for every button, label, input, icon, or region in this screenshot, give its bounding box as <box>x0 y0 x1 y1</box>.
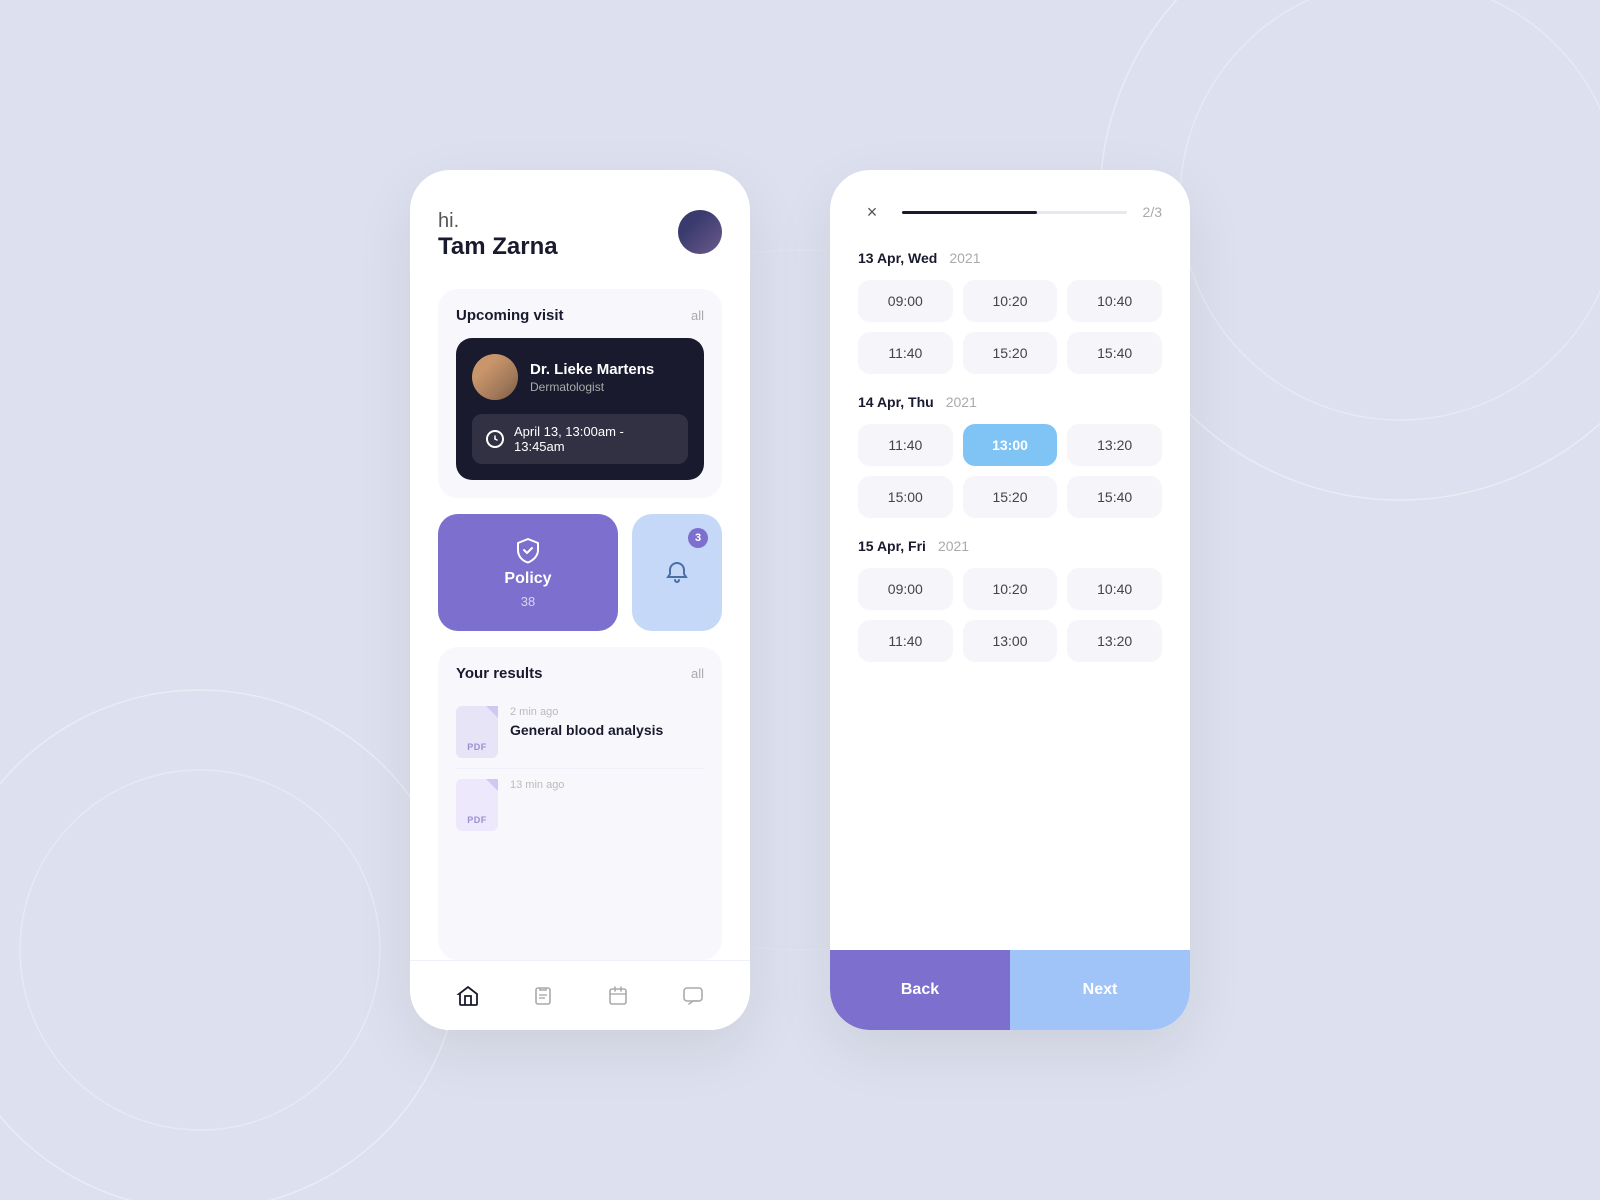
results-all[interactable]: all <box>691 666 704 681</box>
date-day-1: 13 Apr, Wed <box>858 250 937 266</box>
results-header: Your results all <box>456 665 704 682</box>
time-slot-1040-apr15[interactable]: 10:40 <box>1067 568 1162 610</box>
buttons-row: Policy 38 3 <box>438 514 722 631</box>
home-icon <box>456 984 480 1008</box>
time-slot-1320-apr15[interactable]: 13:20 <box>1067 620 1162 662</box>
avatar-image <box>678 210 722 254</box>
date-day-2: 14 Apr, Thu <box>858 394 934 410</box>
time-slot-1520-apr14[interactable]: 15:20 <box>963 476 1058 518</box>
time-grid-1: 09:00 10:20 10:40 11:40 15:20 15:40 <box>858 280 1162 374</box>
policy-label: Policy <box>504 570 551 588</box>
result-item-2[interactable]: PDF 13 min ago <box>456 769 704 841</box>
notification-badge: 3 <box>688 528 708 548</box>
date-label-2: 14 Apr, Thu 2021 <box>858 394 1162 410</box>
policy-count: 38 <box>521 594 535 609</box>
result-item-1[interactable]: PDF 2 min ago General blood analysis <box>456 696 704 769</box>
date-year-3: 2021 <box>938 538 969 554</box>
next-button[interactable]: Next <box>1010 950 1190 1030</box>
upcoming-visit-header: Upcoming visit all <box>456 307 704 324</box>
date-section-2: 14 Apr, Thu 2021 11:40 13:00 13:20 15:00… <box>858 394 1162 518</box>
upcoming-visit-title: Upcoming visit <box>456 307 564 324</box>
pdf-label-1: PDF <box>467 742 487 752</box>
doctor-card[interactable]: Dr. Lieke Martens Dermatologist April 13… <box>456 338 704 480</box>
action-buttons: Back Next <box>830 950 1190 1030</box>
bell-icon <box>662 558 692 588</box>
notification-button[interactable]: 3 <box>632 514 722 631</box>
shield-icon <box>514 536 542 564</box>
doctor-avatar <box>472 354 518 400</box>
time-slot-1140-apr14[interactable]: 11:40 <box>858 424 953 466</box>
appointment-time: April 13, 13:00am - 13:45am <box>472 414 688 464</box>
doctor-details: Dr. Lieke Martens Dermatologist <box>530 361 654 394</box>
time-slot-1140-apr13[interactable]: 11:40 <box>858 332 953 374</box>
pdf-icon-2: PDF <box>456 779 498 831</box>
calendar-icon <box>607 985 629 1007</box>
avatar[interactable] <box>678 210 722 254</box>
date-label-1: 13 Apr, Wed 2021 <box>858 250 1162 266</box>
greeting: hi. Tam Zarna <box>438 210 558 261</box>
close-button[interactable]: × <box>858 198 886 226</box>
clock-icon <box>486 430 504 448</box>
date-section-3: 15 Apr, Fri 2021 09:00 10:20 10:40 11:40… <box>858 538 1162 662</box>
date-section-1: 13 Apr, Wed 2021 09:00 10:20 10:40 11:40… <box>858 250 1162 374</box>
pdf-label-2: PDF <box>467 815 487 825</box>
doctor-name: Dr. Lieke Martens <box>530 361 654 378</box>
upcoming-visit-all[interactable]: all <box>691 308 704 323</box>
right-phone-content: × 2/3 13 Apr, Wed 2021 09:00 10:20 10:40… <box>830 170 1190 950</box>
left-phone: hi. Tam Zarna Upcoming visit all <box>410 170 750 1030</box>
time-slot-0900-apr15[interactable]: 09:00 <box>858 568 953 610</box>
time-slot-1320-apr14[interactable]: 13:20 <box>1067 424 1162 466</box>
clipboard-icon <box>532 985 554 1007</box>
pdf-shape-1: PDF <box>456 706 498 758</box>
time-grid-3: 09:00 10:20 10:40 11:40 13:00 13:20 <box>858 568 1162 662</box>
right-phone: × 2/3 13 Apr, Wed 2021 09:00 10:20 10:40… <box>830 170 1190 1030</box>
nav-home[interactable] <box>454 982 482 1010</box>
nav-chat[interactable] <box>679 982 707 1010</box>
greeting-name: Tam Zarna <box>438 233 558 261</box>
pdf-shape-2: PDF <box>456 779 498 831</box>
time-slot-1300-apr15[interactable]: 13:00 <box>963 620 1058 662</box>
time-slot-1020-apr15[interactable]: 10:20 <box>963 568 1058 610</box>
nav-calendar[interactable] <box>604 982 632 1010</box>
result-info-1: 2 min ago General blood analysis <box>510 706 704 739</box>
upcoming-visit-section: Upcoming visit all Dr. Lieke Martens Der… <box>438 289 722 498</box>
results-title: Your results <box>456 665 542 682</box>
date-day-3: 15 Apr, Fri <box>858 538 926 554</box>
greeting-hi: hi. <box>438 210 558 233</box>
pdf-icon-1: PDF <box>456 706 498 758</box>
chat-icon <box>682 985 704 1007</box>
time-slot-1140-apr15[interactable]: 11:40 <box>858 620 953 662</box>
progress-bar-fill <box>902 211 1037 214</box>
page-indicator: 2/3 <box>1143 204 1162 220</box>
time-slot-1020-apr13[interactable]: 10:20 <box>963 280 1058 322</box>
result-info-2: 13 min ago <box>510 779 704 794</box>
result-time-1: 2 min ago <box>510 706 704 718</box>
time-slot-1040-apr13[interactable]: 10:40 <box>1067 280 1162 322</box>
time-slot-1540-apr14[interactable]: 15:40 <box>1067 476 1162 518</box>
results-section: Your results all PDF 2 min ago General b… <box>438 647 722 960</box>
result-time-2: 13 min ago <box>510 779 704 791</box>
date-year-1: 2021 <box>949 250 980 266</box>
topbar: × 2/3 <box>858 198 1162 226</box>
time-slot-1500-apr14[interactable]: 15:00 <box>858 476 953 518</box>
doctor-avatar-image <box>472 354 518 400</box>
doctor-specialty: Dermatologist <box>530 380 654 394</box>
date-label-3: 15 Apr, Fri 2021 <box>858 538 1162 554</box>
progress-bar <box>902 211 1127 214</box>
bottom-nav <box>410 960 750 1030</box>
date-year-2: 2021 <box>946 394 977 410</box>
doctor-info: Dr. Lieke Martens Dermatologist <box>472 354 688 400</box>
policy-button[interactable]: Policy 38 <box>438 514 618 631</box>
time-slot-1300-apr14-selected[interactable]: 13:00 <box>963 424 1058 466</box>
header: hi. Tam Zarna <box>438 210 722 261</box>
time-slot-1540-apr13[interactable]: 15:40 <box>1067 332 1162 374</box>
time-slot-0900-apr13[interactable]: 09:00 <box>858 280 953 322</box>
time-grid-2: 11:40 13:00 13:20 15:00 15:20 15:40 <box>858 424 1162 518</box>
time-slot-1520-apr13[interactable]: 15:20 <box>963 332 1058 374</box>
nav-clipboard[interactable] <box>529 982 557 1010</box>
phones-container: hi. Tam Zarna Upcoming visit all <box>410 170 1190 1030</box>
result-name-1: General blood analysis <box>510 721 704 739</box>
back-button[interactable]: Back <box>830 950 1010 1030</box>
appointment-text: April 13, 13:00am - 13:45am <box>514 424 674 454</box>
